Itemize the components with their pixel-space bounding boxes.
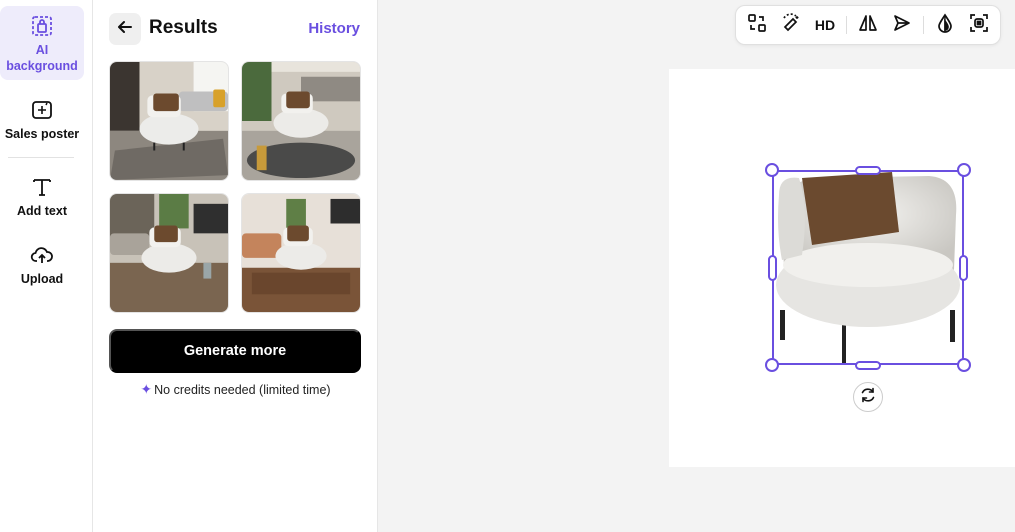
page-title: Results: [149, 17, 218, 38]
back-button[interactable]: [109, 13, 141, 45]
left-rail: AI background Sales poster Add text Uplo…: [0, 0, 93, 532]
focus-icon: [969, 13, 989, 38]
eraser-button[interactable]: [778, 11, 804, 39]
swap-button[interactable]: [744, 11, 770, 39]
result-thumbnail-4[interactable]: [241, 193, 361, 313]
opacity-button[interactable]: [932, 11, 958, 39]
sales-poster-icon: [30, 98, 54, 122]
credits-note: ✦ No credits needed (limited time): [93, 381, 378, 398]
rotate-icon: [859, 386, 877, 409]
result-thumbnail-3[interactable]: [109, 193, 229, 313]
toolbar-divider: [846, 16, 847, 34]
result-image: [110, 62, 228, 180]
arrow-left-icon: [116, 18, 134, 41]
result-thumbnail-1[interactable]: [109, 61, 229, 181]
result-thumbnail-2[interactable]: [241, 61, 361, 181]
sidebar-divider: [8, 157, 74, 158]
resize-handle-bottom[interactable]: [855, 361, 881, 370]
results-panel: Results History Generate more ✦ No credi…: [93, 0, 378, 532]
sidebar-item-label: Sales poster: [4, 127, 80, 141]
toolbar-divider: [923, 16, 924, 34]
send-icon: [892, 13, 912, 38]
resize-handle-right[interactable]: [959, 255, 968, 281]
opacity-icon: [935, 12, 955, 38]
resize-handle-top-right[interactable]: [957, 163, 971, 177]
result-image: [242, 62, 360, 180]
sidebar-item-label: AI background: [6, 43, 78, 73]
sparkle-icon: ✦: [140, 381, 153, 397]
resize-handle-left[interactable]: [768, 255, 777, 281]
send-button[interactable]: [889, 11, 915, 39]
resize-handle-top-left[interactable]: [765, 163, 779, 177]
selection-box: [772, 170, 964, 365]
sidebar-item-upload[interactable]: Upload: [0, 243, 84, 293]
sidebar-item-sales-poster[interactable]: Sales poster: [0, 98, 84, 148]
generate-more-button[interactable]: Generate more: [109, 329, 361, 373]
resize-handle-bottom-right[interactable]: [957, 358, 971, 372]
sidebar-item-label: Add text: [17, 204, 67, 218]
sidebar-item-ai-background[interactable]: AI background: [0, 6, 84, 80]
text-icon: [30, 175, 54, 199]
history-link[interactable]: History: [308, 20, 360, 37]
result-image: [242, 194, 360, 312]
upload-icon: [30, 243, 54, 267]
resize-handle-top[interactable]: [855, 166, 881, 175]
focus-button[interactable]: [966, 11, 992, 39]
rotate-button[interactable]: [853, 382, 883, 412]
swap-icon: [747, 13, 767, 38]
sidebar-item-label: Upload: [20, 272, 64, 286]
resize-handle-bottom-left[interactable]: [765, 358, 779, 372]
flip-button[interactable]: [855, 11, 881, 39]
hd-button[interactable]: HD: [812, 17, 838, 33]
ai-background-icon: [30, 14, 54, 38]
result-image: [110, 194, 228, 312]
flip-icon: [858, 13, 878, 38]
image-toolbar: HD: [735, 5, 1001, 45]
eraser-icon: [781, 12, 801, 38]
credits-note-text: No credits needed (limited time): [154, 382, 331, 397]
sidebar-item-add-text[interactable]: Add text: [0, 175, 84, 225]
